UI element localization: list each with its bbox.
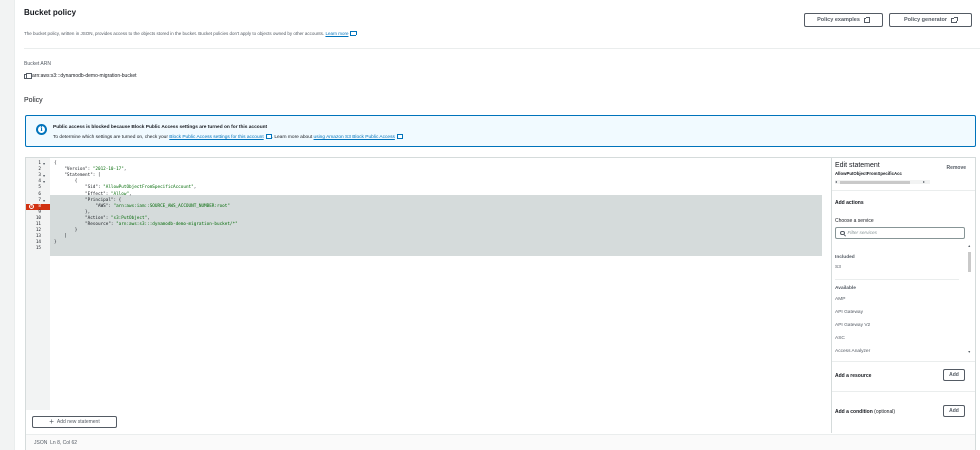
add-condition-button[interactable]: Add [943,405,965,417]
included-group-label: Included [835,255,855,260]
service-item[interactable]: AMP [835,297,845,302]
external-link-icon [265,133,273,139]
filter-services-input[interactable]: Filter services [835,227,965,239]
divider [832,190,975,191]
divider [832,391,975,392]
edit-statement-panel: Edit statement AllowPutObjectFromSpecifi… [831,158,975,433]
scroll-down-icon[interactable]: ▼ [968,350,971,354]
choose-service-label: Choose a service [835,218,874,224]
add-actions-heading: Add actions [835,200,864,206]
learn-more-label: Learn more [325,31,349,36]
divider [835,279,959,280]
scrollbar-thumb[interactable] [968,252,971,272]
policy-generator-button[interactable]: Policy generator [889,13,972,27]
add-condition-text: Add a condition [835,409,873,415]
editor-status-bar: JSON Ln 8, Col 62 [26,434,975,450]
alert-body-mid: . Learn more about [271,135,313,140]
available-group-label: Available [835,286,856,291]
info-icon: i [36,124,47,135]
code-line: 15 [26,246,822,252]
service-item-s3[interactable]: S3 [835,265,841,270]
page-title: Bucket policy [24,8,77,17]
service-item[interactable]: API Gateway V2 [835,323,870,328]
scroll-left-icon[interactable]: ◂ [835,179,837,184]
learn-more-link[interactable]: Learn more [325,30,357,36]
filter-placeholder: Filter services [847,230,878,236]
code-editor[interactable]: 1 ▼{2 "Version": "2012-10-17", 3 ▼ "Stateme… [26,158,822,410]
status-mode: JSON [34,440,48,446]
scrollbar-thumb[interactable] [840,180,910,184]
page-description: The bucket policy, written in JSON, prov… [24,30,357,36]
policy-editor: 1 ▼{2 "Version": "2012-10-17", 3 ▼ "Stateme… [25,157,976,450]
remove-statement-button[interactable]: Remove [947,165,966,171]
add-resource-label: Add a resource [835,373,872,379]
edit-statement-title: Edit statement [835,162,880,169]
search-icon [840,230,845,236]
add-new-statement-label: Add new statement [56,419,100,425]
alert-body-prefix: To determine which settings are turned o… [53,135,168,140]
service-item[interactable]: Access Analyzer [835,349,870,354]
copy-icon[interactable] [24,72,32,79]
bpa-settings-label: Block Public Access settings for this ac… [169,135,264,140]
service-list-scrollbar[interactable]: ▲ ▼ [967,244,972,356]
divider [832,361,975,362]
policy-heading: Policy [24,97,43,104]
arn-value: arn:aws:s3:::dynamodb-demo-migration-buc… [24,72,137,79]
plus-icon: + [49,417,54,426]
bpa-docs-label: using Amazon S3 Block Public Access [313,135,395,140]
policy-examples-label: Policy examples [817,17,860,23]
policy-examples-button[interactable]: Policy examples [804,13,883,27]
external-link-icon [396,133,404,139]
scroll-right-icon[interactable]: ▸ [923,179,925,184]
description-text: The bucket policy, written in JSON, prov… [24,31,325,36]
policy-generator-label: Policy generator [903,17,948,23]
bpa-docs-link[interactable]: using Amazon S3 Block Public Access [313,133,404,140]
arn-label: Bucket ARN [24,61,51,67]
add-new-statement-button[interactable]: + Add new statement [32,416,117,428]
statement-id: AllowPutObjectFromSpecificAcc [835,171,902,176]
scroll-up-icon[interactable]: ▲ [968,244,971,248]
add-condition-optional: (optional) [874,409,896,415]
external-link-icon [350,30,357,36]
service-item[interactable]: ASC [835,336,845,341]
line-number: 15 [35,246,41,252]
info-alert: i Public access is blocked because Block… [25,115,976,147]
bpa-settings-link[interactable]: Block Public Access settings for this ac… [169,133,273,140]
add-condition-label: Add a condition (optional) [835,409,895,415]
status-position: Ln 8, Col 62 [50,440,78,446]
alert-body: To determine which settings are turned o… [53,133,404,140]
divider [24,48,980,49]
external-link-icon [951,17,958,23]
alert-title: Public access is blocked because Block P… [53,125,268,130]
external-link-icon [863,17,871,23]
horizontal-scrollbar[interactable]: ◂ ▸ [835,179,930,184]
service-item[interactable]: API Gateway [835,310,863,315]
arn-text: arn:aws:s3:::dynamodb-demo-migration-buc… [32,73,137,79]
bucket-policy-panel: Bucket policy The bucket policy, written… [14,0,980,450]
add-resource-button[interactable]: Add [943,369,965,381]
